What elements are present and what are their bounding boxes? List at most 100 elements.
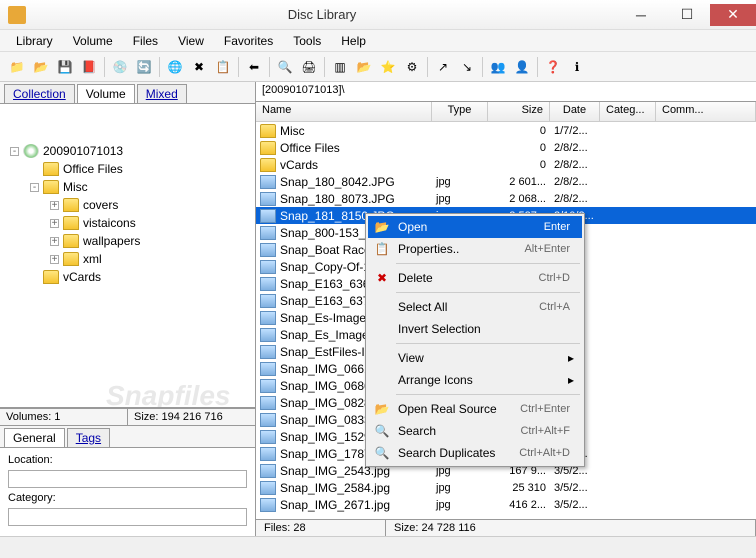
new-library-icon[interactable]: 📁 bbox=[6, 56, 28, 78]
settings-icon[interactable]: ⚙ bbox=[401, 56, 423, 78]
tree-node-office[interactable]: Office Files bbox=[6, 160, 249, 178]
expander-icon[interactable]: + bbox=[50, 255, 59, 264]
favorites-icon[interactable]: ⭐ bbox=[377, 56, 399, 78]
file-row[interactable]: vCards02/8/2... bbox=[256, 156, 756, 173]
refresh-disc-icon[interactable]: 🔄 bbox=[133, 56, 155, 78]
file-row[interactable]: Misc01/7/2... bbox=[256, 122, 756, 139]
book-icon[interactable]: 📕 bbox=[78, 56, 100, 78]
menu-library[interactable]: Library bbox=[8, 32, 61, 50]
category-input[interactable] bbox=[8, 508, 247, 526]
menu-view[interactable]: View bbox=[170, 32, 212, 50]
ctx-invert-selection[interactable]: Invert Selection bbox=[368, 318, 582, 340]
import-icon[interactable]: ↘ bbox=[456, 56, 478, 78]
tab-collection[interactable]: Collection bbox=[4, 84, 75, 103]
image-icon bbox=[260, 243, 276, 257]
ctx-search-duplicates[interactable]: 🔍 Search Duplicates Ctrl+Alt+D bbox=[368, 442, 582, 464]
path-bar[interactable]: [200901071013]\ bbox=[256, 82, 756, 102]
help-icon[interactable]: ❓ bbox=[542, 56, 564, 78]
menu-files[interactable]: Files bbox=[125, 32, 166, 50]
file-name: Snap_IMG_2584.jpg bbox=[280, 481, 390, 495]
about-icon[interactable]: ℹ bbox=[566, 56, 588, 78]
expander-icon[interactable]: - bbox=[30, 183, 39, 192]
tab-general[interactable]: General bbox=[4, 428, 65, 447]
menu-help[interactable]: Help bbox=[333, 32, 374, 50]
users-icon[interactable]: 👥 bbox=[487, 56, 509, 78]
tab-tags[interactable]: Tags bbox=[67, 428, 110, 447]
file-name: Snap_IMG_0833 bbox=[280, 413, 371, 427]
tree-node-covers[interactable]: + covers bbox=[6, 196, 249, 214]
ctx-select-all[interactable]: Select All Ctrl+A bbox=[368, 296, 582, 318]
close-button[interactable]: ✕ bbox=[710, 4, 756, 26]
location-input[interactable] bbox=[8, 470, 247, 488]
folder-view-icon[interactable]: 📂 bbox=[353, 56, 375, 78]
toggle-panel-icon[interactable]: ▥ bbox=[329, 56, 351, 78]
tree-root[interactable]: - 200901071013 bbox=[6, 142, 249, 160]
tree-label: vCards bbox=[63, 270, 101, 284]
watermark: Snapfiles bbox=[106, 380, 255, 408]
maximize-button[interactable]: ☐ bbox=[664, 4, 710, 26]
print-icon[interactable]: 🖨 bbox=[298, 56, 320, 78]
add-disc-icon[interactable]: 💿 bbox=[109, 56, 131, 78]
tab-volume[interactable]: Volume bbox=[77, 84, 135, 103]
ctx-search[interactable]: 🔍 Search Ctrl+Alt+F bbox=[368, 420, 582, 442]
property-tabs: General Tags bbox=[0, 426, 255, 448]
tree-label: wallpapers bbox=[83, 234, 140, 248]
expander-icon[interactable]: + bbox=[50, 237, 59, 246]
menu-volume[interactable]: Volume bbox=[65, 32, 121, 50]
volumes-size: Size: 194 216 716 bbox=[128, 409, 255, 425]
search-icon[interactable]: 🔍 bbox=[274, 56, 296, 78]
tree-view[interactable]: Snapfiles - 200901071013 Office Files - … bbox=[0, 104, 255, 408]
expander-icon[interactable]: - bbox=[10, 147, 19, 156]
tree-node-vistaicons[interactable]: + vistaicons bbox=[6, 214, 249, 232]
disc-icon bbox=[23, 144, 39, 158]
file-row[interactable]: Snap_180_8073.JPGjpg2 068...2/8/2... bbox=[256, 190, 756, 207]
tree-node-vcards[interactable]: vCards bbox=[6, 268, 249, 286]
minimize-button[interactable]: ─ bbox=[618, 4, 664, 26]
tree-node-misc[interactable]: - Misc bbox=[6, 178, 249, 196]
file-row[interactable]: Snap_180_8042.JPGjpg2 601...2/8/2... bbox=[256, 173, 756, 190]
user-add-icon[interactable]: 👤 bbox=[511, 56, 533, 78]
col-name[interactable]: Name bbox=[256, 102, 432, 121]
file-row[interactable]: Snap_IMG_2671.jpgjpg416 2...3/5/2... bbox=[256, 496, 756, 513]
file-name: Snap_Boat Race bbox=[280, 243, 371, 257]
ctx-view[interactable]: View ▸ bbox=[368, 347, 582, 369]
tab-mixed[interactable]: Mixed bbox=[137, 84, 187, 103]
tree-label: 200901071013 bbox=[43, 144, 123, 158]
col-category[interactable]: Categ... bbox=[600, 102, 656, 121]
menu-tools[interactable]: Tools bbox=[285, 32, 329, 50]
col-date[interactable]: Date bbox=[550, 102, 600, 121]
col-size[interactable]: Size bbox=[488, 102, 550, 121]
expander-icon[interactable]: + bbox=[50, 219, 59, 228]
ctx-arrange-icons[interactable]: Arrange Icons ▸ bbox=[368, 369, 582, 391]
separator bbox=[396, 394, 580, 395]
tree-node-xml[interactable]: + xml bbox=[6, 250, 249, 268]
folder-icon bbox=[43, 162, 59, 176]
file-row[interactable]: Office Files02/8/2... bbox=[256, 139, 756, 156]
window-controls: ─ ☐ ✕ bbox=[618, 4, 756, 26]
ctx-open[interactable]: 📂 Open Enter bbox=[368, 216, 582, 238]
col-comment[interactable]: Comm... bbox=[656, 102, 756, 121]
file-row[interactable]: Snap_IMG_2584.jpgjpg25 3103/5/2... bbox=[256, 479, 756, 496]
separator bbox=[396, 343, 580, 344]
ctx-open-real-source[interactable]: 📂 Open Real Source Ctrl+Enter bbox=[368, 398, 582, 420]
back-icon[interactable]: ⬅ bbox=[243, 56, 265, 78]
delete-icon[interactable]: ✖ bbox=[188, 56, 210, 78]
ctx-properties[interactable]: 📋 Properties.. Alt+Enter bbox=[368, 238, 582, 260]
search-dup-icon: 🔍 bbox=[372, 446, 392, 460]
file-name: Snap_IMG_0661 bbox=[280, 362, 371, 376]
export-icon[interactable]: ↗ bbox=[432, 56, 454, 78]
file-type: jpg bbox=[432, 482, 488, 494]
tree-label: Office Files bbox=[63, 162, 123, 176]
file-size: 0 bbox=[488, 159, 550, 171]
ctx-delete[interactable]: ✖ Delete Ctrl+D bbox=[368, 267, 582, 289]
properties-icon[interactable]: 📋 bbox=[212, 56, 234, 78]
file-date: 3/5/2... bbox=[550, 499, 600, 511]
tree-node-wallpapers[interactable]: + wallpapers bbox=[6, 232, 249, 250]
open-library-icon[interactable]: 📂 bbox=[30, 56, 52, 78]
expander-icon[interactable]: + bbox=[50, 201, 59, 210]
save-icon[interactable]: 💾 bbox=[54, 56, 76, 78]
menu-favorites[interactable]: Favorites bbox=[216, 32, 281, 50]
file-size: 416 2... bbox=[488, 499, 550, 511]
col-type[interactable]: Type bbox=[432, 102, 488, 121]
globe-icon[interactable]: 🌐 bbox=[164, 56, 186, 78]
